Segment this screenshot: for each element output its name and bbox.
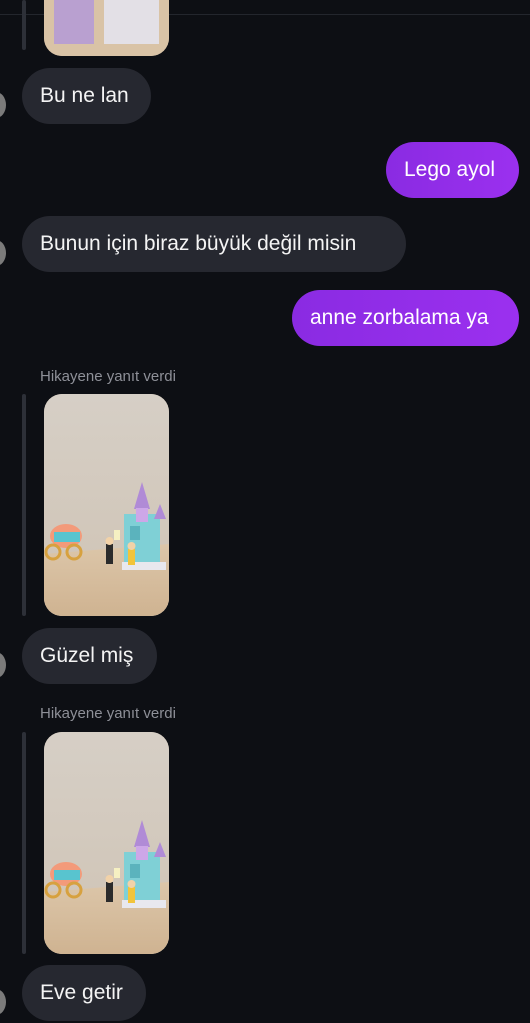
reply-indicator-bar — [22, 0, 26, 50]
outgoing-message-bubble[interactable]: Lego ayol — [386, 142, 519, 198]
sender-avatar[interactable] — [0, 240, 6, 266]
incoming-message-bubble[interactable]: Eve getir — [22, 965, 146, 1021]
message-text: Güzel miş — [40, 644, 134, 667]
story-thumbnail[interactable] — [44, 394, 169, 616]
reply-indicator-bar — [22, 394, 26, 616]
sender-avatar[interactable] — [0, 652, 6, 678]
sender-avatar[interactable] — [0, 92, 6, 118]
story-thumbnail[interactable] — [44, 732, 169, 954]
story-reply-caption: Hikayene yanıt verdi — [40, 705, 176, 722]
message-text: anne zorbalama ya — [310, 306, 489, 329]
message-text: Lego ayol — [404, 158, 496, 181]
story-thumbnail-partial[interactable] — [44, 0, 169, 56]
lego-photo-image — [44, 394, 169, 616]
lego-photo-image — [44, 732, 169, 954]
incoming-message-bubble[interactable]: Bunun için biraz büyük değil misin — [22, 216, 406, 272]
message-text: Bu ne lan — [40, 84, 129, 107]
outgoing-message-bubble[interactable]: anne zorbalama ya — [292, 290, 519, 346]
story-reply-caption: Hikayene yanıt verdi — [40, 368, 176, 385]
reply-indicator-bar — [22, 732, 26, 954]
message-text: Bunun için biraz büyük değil misin — [40, 232, 357, 255]
sender-avatar[interactable] — [0, 989, 6, 1015]
incoming-message-bubble[interactable]: Güzel miş — [22, 628, 157, 684]
incoming-message-bubble[interactable]: Bu ne lan — [22, 68, 151, 124]
message-text: Eve getir — [40, 981, 123, 1004]
lego-photo-image — [44, 0, 169, 56]
